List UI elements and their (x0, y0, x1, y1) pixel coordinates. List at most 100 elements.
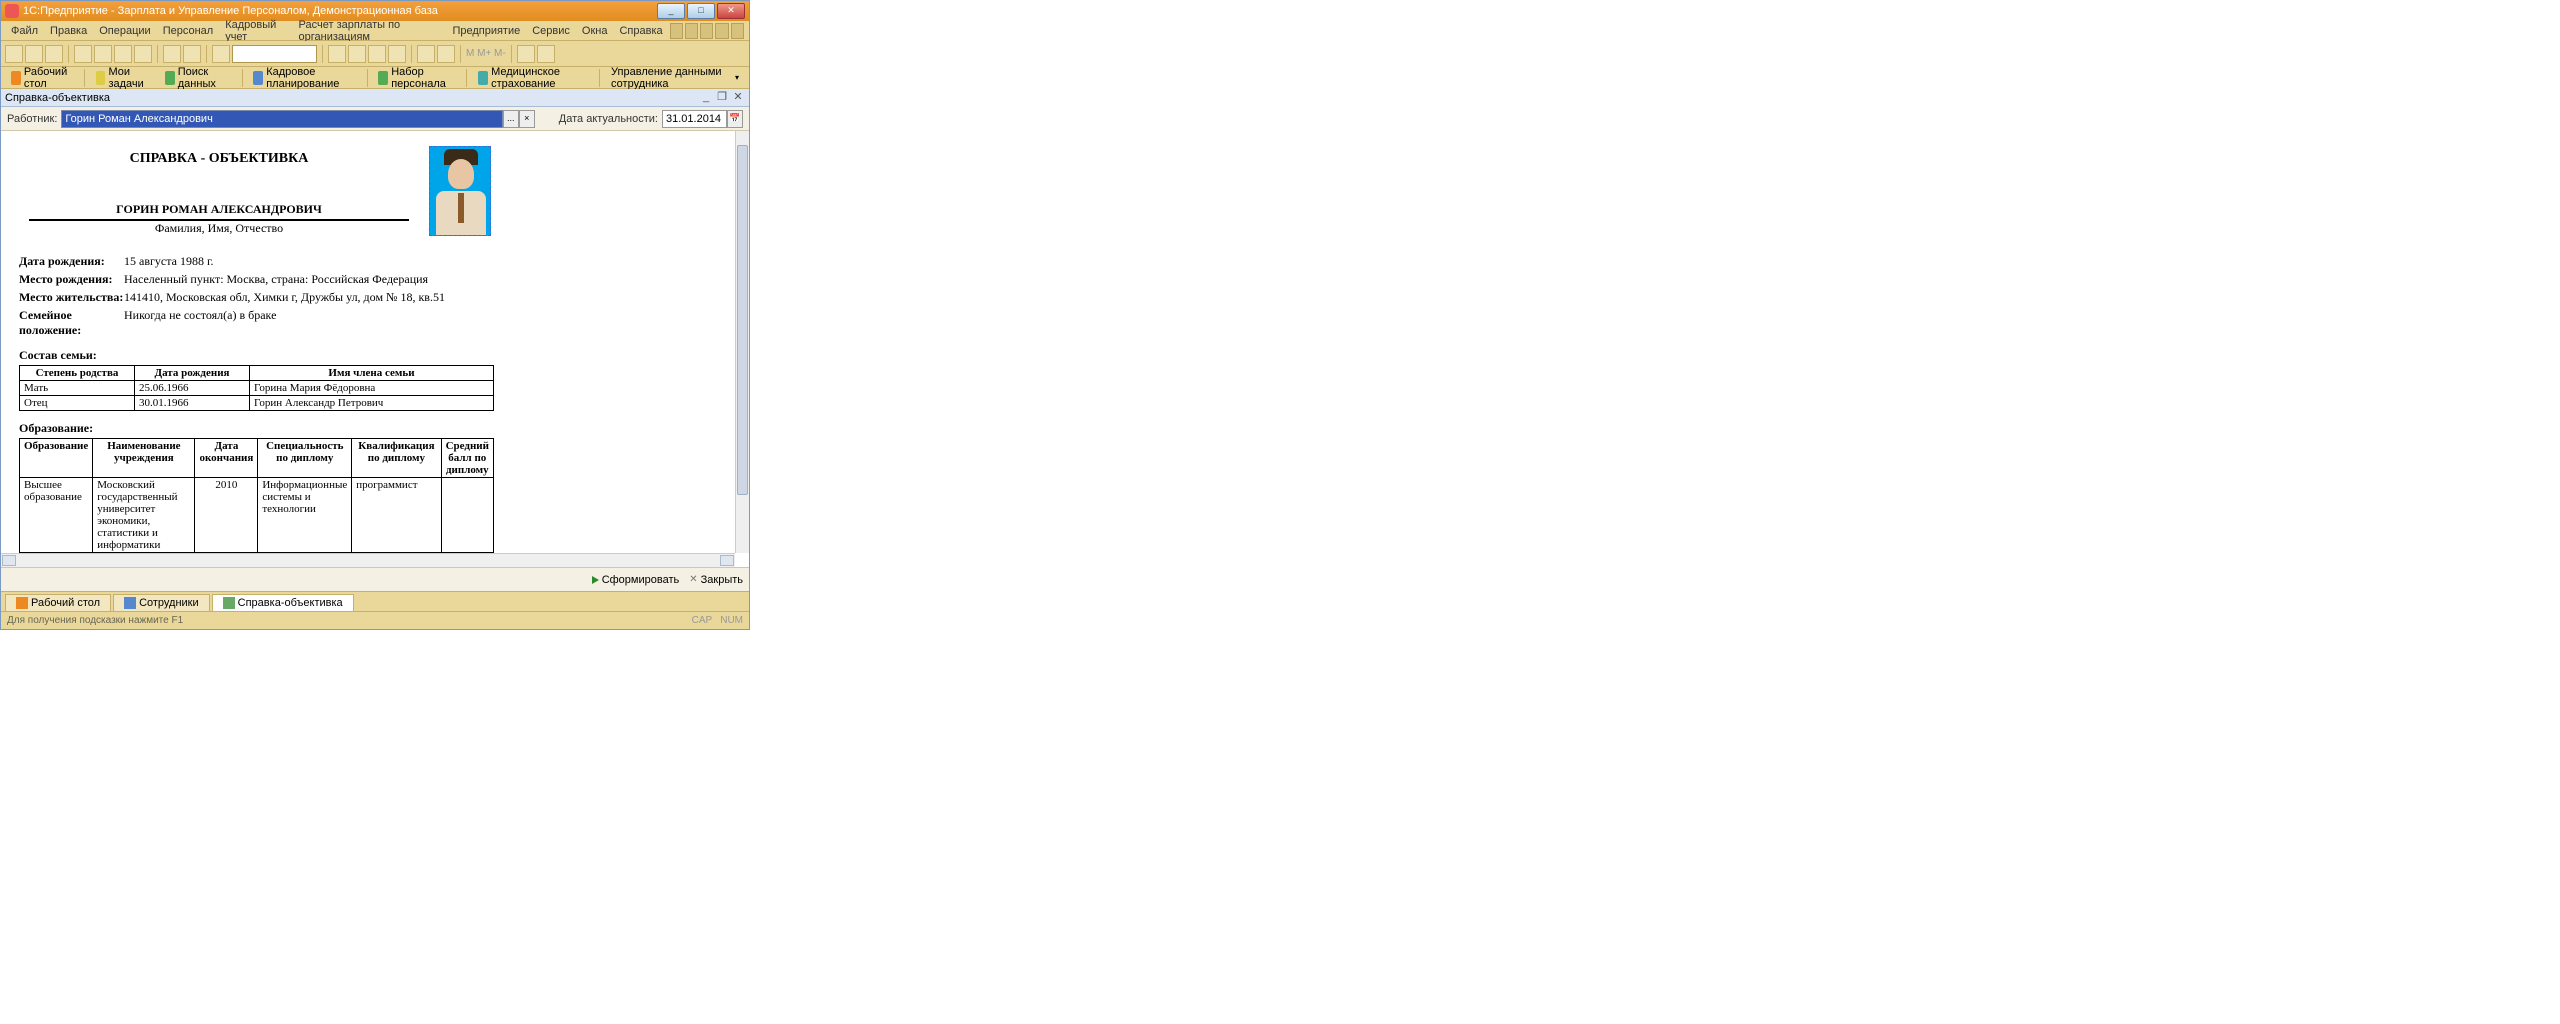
tab-desktop-icon (16, 597, 28, 609)
tab-desktop[interactable]: Рабочий стол (5, 594, 111, 611)
toolbar-nav: Рабочий стол Мои задачи Поиск данных Кад… (1, 67, 749, 89)
window-tabs: Рабочий стол Сотрудники Справка-объектив… (1, 591, 749, 611)
tab-employees[interactable]: Сотрудники (113, 594, 210, 611)
info-icon[interactable] (537, 45, 555, 63)
marital-value: Никогда не состоял(а) в браке (124, 308, 703, 338)
birthdate-value: 15 августа 1988 г. (124, 254, 703, 269)
print-icon[interactable] (134, 45, 152, 63)
birthplace-label: Место рождения: (19, 272, 124, 287)
search-input[interactable] (232, 45, 317, 63)
nav-planning[interactable]: Кадровое планирование (247, 65, 361, 91)
nav-med[interactable]: Медицинское страхование (472, 65, 594, 91)
minimize-button[interactable]: _ (657, 3, 685, 19)
desktop-icon (11, 71, 21, 85)
window-title: 1С:Предприятие - Зарплата и Управление П… (23, 5, 438, 17)
save-icon[interactable] (45, 45, 63, 63)
nav-recruit[interactable]: Набор персонала (372, 65, 461, 91)
close-form-button[interactable]: Закрыть (689, 574, 743, 586)
menu-operations[interactable]: Операции (93, 23, 156, 39)
open-icon[interactable] (25, 45, 43, 63)
date-picker-button[interactable]: 📅 (727, 110, 743, 128)
tab-report-icon (223, 597, 235, 609)
table-row: Отец30.01.1966Горин Александр Петрович (20, 396, 494, 411)
menu-icon-4[interactable] (715, 23, 728, 39)
marital-label: Семейное положение: (19, 308, 124, 338)
edu-title: Образование: (19, 421, 703, 436)
scrollbar-horizontal[interactable] (1, 553, 735, 567)
num-indicator: NUM (720, 615, 743, 626)
birthdate-label: Дата рождения: (19, 254, 124, 269)
m-buttons[interactable]: M M+ M- (466, 48, 506, 59)
close-button[interactable]: ✕ (717, 3, 745, 19)
date-label: Дата актуальности: (559, 113, 658, 125)
scroll-thumb[interactable] (737, 145, 748, 495)
employee-field[interactable] (61, 110, 502, 128)
name-hint: Фамилия, Имя, Отчество (19, 221, 419, 236)
scroll-left-icon[interactable] (2, 555, 16, 566)
person-photo (429, 146, 491, 236)
search-data-icon (165, 71, 175, 85)
app-icon (5, 4, 19, 18)
nav-empdata[interactable]: Управление данными сотрудника▾ (605, 65, 745, 91)
sub-maximize-icon[interactable]: ❐ (715, 91, 729, 105)
person-name: ГОРИН РОМАН АЛЕКСАНДРОВИЧ (29, 202, 409, 217)
birthplace-value: Населенный пункт: Москва, страна: Россий… (124, 272, 703, 287)
tab-employees-icon (124, 597, 136, 609)
table-row: Мать25.06.1966Горина Мария Фёдоровна (20, 381, 494, 396)
redo-icon[interactable] (183, 45, 201, 63)
calendar-icon[interactable] (437, 45, 455, 63)
refresh-icon[interactable] (348, 45, 366, 63)
menu-icon-1[interactable] (670, 23, 683, 39)
residence-value: 141410, Московская обл, Химки г, Дружбы … (124, 290, 703, 305)
menu-icon-2[interactable] (685, 23, 698, 39)
menu-enterprise[interactable]: Предприятие (446, 23, 526, 39)
toolbar-main: M M+ M- (1, 41, 749, 67)
menu-file[interactable]: Файл (5, 23, 44, 39)
menu-edit[interactable]: Правка (44, 23, 93, 39)
recruit-icon (378, 71, 388, 85)
doc-title: СПРАВКА - ОБЪЕКТИВКА (19, 151, 419, 167)
document-area: СПРАВКА - ОБЪЕКТИВКА ГОРИН РОМАН АЛЕКСАН… (1, 131, 749, 567)
edu-table: Образование Наименование учреждения Дата… (19, 438, 494, 553)
nav-search[interactable]: Поиск данных (159, 65, 235, 91)
menu-icon-5[interactable] (731, 23, 744, 39)
subwindow-title: Справка-объективка (5, 92, 110, 104)
date-field[interactable] (662, 110, 727, 128)
params-bar: Работник: ... × Дата актуальности: 📅 (1, 107, 749, 131)
run-button[interactable]: Сформировать (592, 574, 680, 586)
paste-icon[interactable] (114, 45, 132, 63)
nav-tasks[interactable]: Мои задачи (90, 65, 157, 91)
calc-icon[interactable] (417, 45, 435, 63)
menu-bar: Файл Правка Операции Персонал Кадровый у… (1, 21, 749, 41)
help-icon[interactable] (517, 45, 535, 63)
tab-report[interactable]: Справка-объективка (212, 594, 354, 611)
scrollbar-vertical[interactable] (735, 131, 749, 553)
menu-icon-3[interactable] (700, 23, 713, 39)
residence-label: Место жительства: (19, 290, 124, 305)
family-title: Состав семьи: (19, 348, 703, 363)
copy-icon[interactable] (94, 45, 112, 63)
scroll-right-icon[interactable] (720, 555, 734, 566)
list-icon[interactable] (368, 45, 386, 63)
tree-icon[interactable] (388, 45, 406, 63)
maximize-button[interactable]: □ (687, 3, 715, 19)
menu-personnel[interactable]: Персонал (157, 23, 220, 39)
employee-clear-button[interactable]: × (519, 110, 535, 128)
find-icon[interactable] (212, 45, 230, 63)
employee-select-button[interactable]: ... (503, 110, 519, 128)
sub-close-icon[interactable]: ✕ (731, 91, 745, 105)
zoom-icon[interactable] (328, 45, 346, 63)
med-icon (478, 71, 488, 85)
cut-icon[interactable] (74, 45, 92, 63)
menu-windows[interactable]: Окна (576, 23, 614, 39)
undo-icon[interactable] (163, 45, 181, 63)
cap-indicator: CAP (692, 615, 713, 626)
button-bar: Сформировать Закрыть (1, 567, 749, 591)
new-icon[interactable] (5, 45, 23, 63)
menu-help[interactable]: Справка (613, 23, 668, 39)
nav-desktop[interactable]: Рабочий стол (5, 65, 79, 91)
subwindow-titlebar: Справка-объективка _ ❐ ✕ (1, 89, 749, 107)
sub-minimize-icon[interactable]: _ (699, 91, 713, 105)
status-bar: Для получения подсказки нажмите F1 CAP N… (1, 611, 749, 629)
menu-service[interactable]: Сервис (526, 23, 576, 39)
